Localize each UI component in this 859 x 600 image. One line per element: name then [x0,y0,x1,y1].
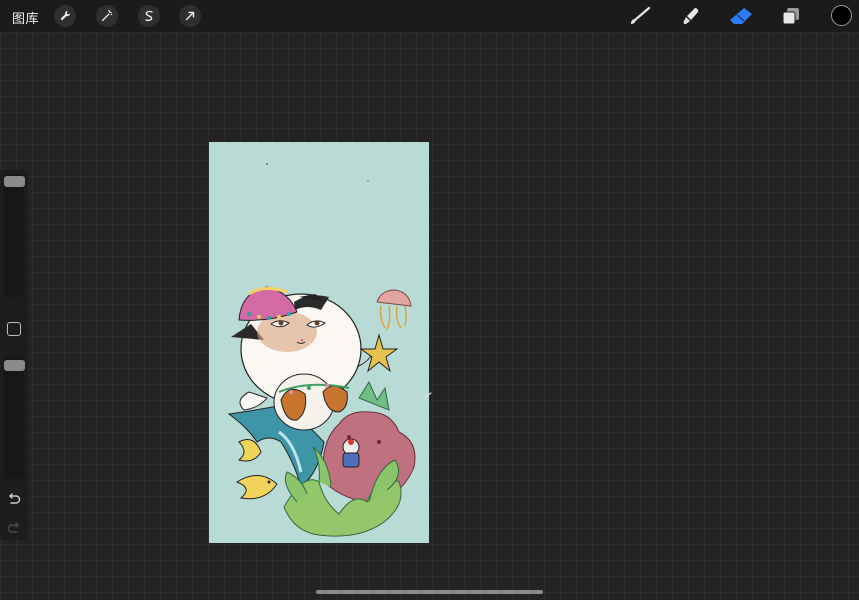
layers-button[interactable] [779,5,803,27]
brush-size-slider[interactable] [4,174,24,297]
eraser-tool[interactable] [729,5,753,27]
smudge-tool[interactable] [679,5,703,27]
transform-button[interactable] [179,5,201,27]
brush-size-thumb[interactable] [4,176,25,187]
adjustments-button[interactable] [96,5,118,27]
stray-stroke-mark [424,392,432,398]
opacity-slider[interactable] [4,356,24,479]
top-toolbar: 图库 [0,0,859,33]
color-picker-button[interactable] [831,5,852,26]
wrench-icon [60,10,71,21]
brush-icon [631,7,651,24]
layers-icon [782,8,799,25]
home-indicator[interactable] [316,590,543,594]
undo-icon[interactable] [7,493,21,505]
magic-wand-icon [101,9,113,22]
drawing-canvas[interactable] [209,142,429,543]
brush-tool[interactable] [628,5,652,27]
gallery-button[interactable]: 图库 [12,8,39,27]
redo-icon[interactable] [7,522,21,534]
actions-button[interactable] [54,5,76,27]
selection-button[interactable] [138,5,160,27]
left-sidebar [0,170,28,540]
cat-mermaid-illustration [227,163,416,537]
opacity-thumb[interactable] [4,360,25,371]
modify-button[interactable] [7,322,21,336]
selection-icon [145,10,153,22]
smudge-icon [683,8,699,25]
transform-arrow-icon [185,11,195,21]
eraser-icon [730,8,752,24]
